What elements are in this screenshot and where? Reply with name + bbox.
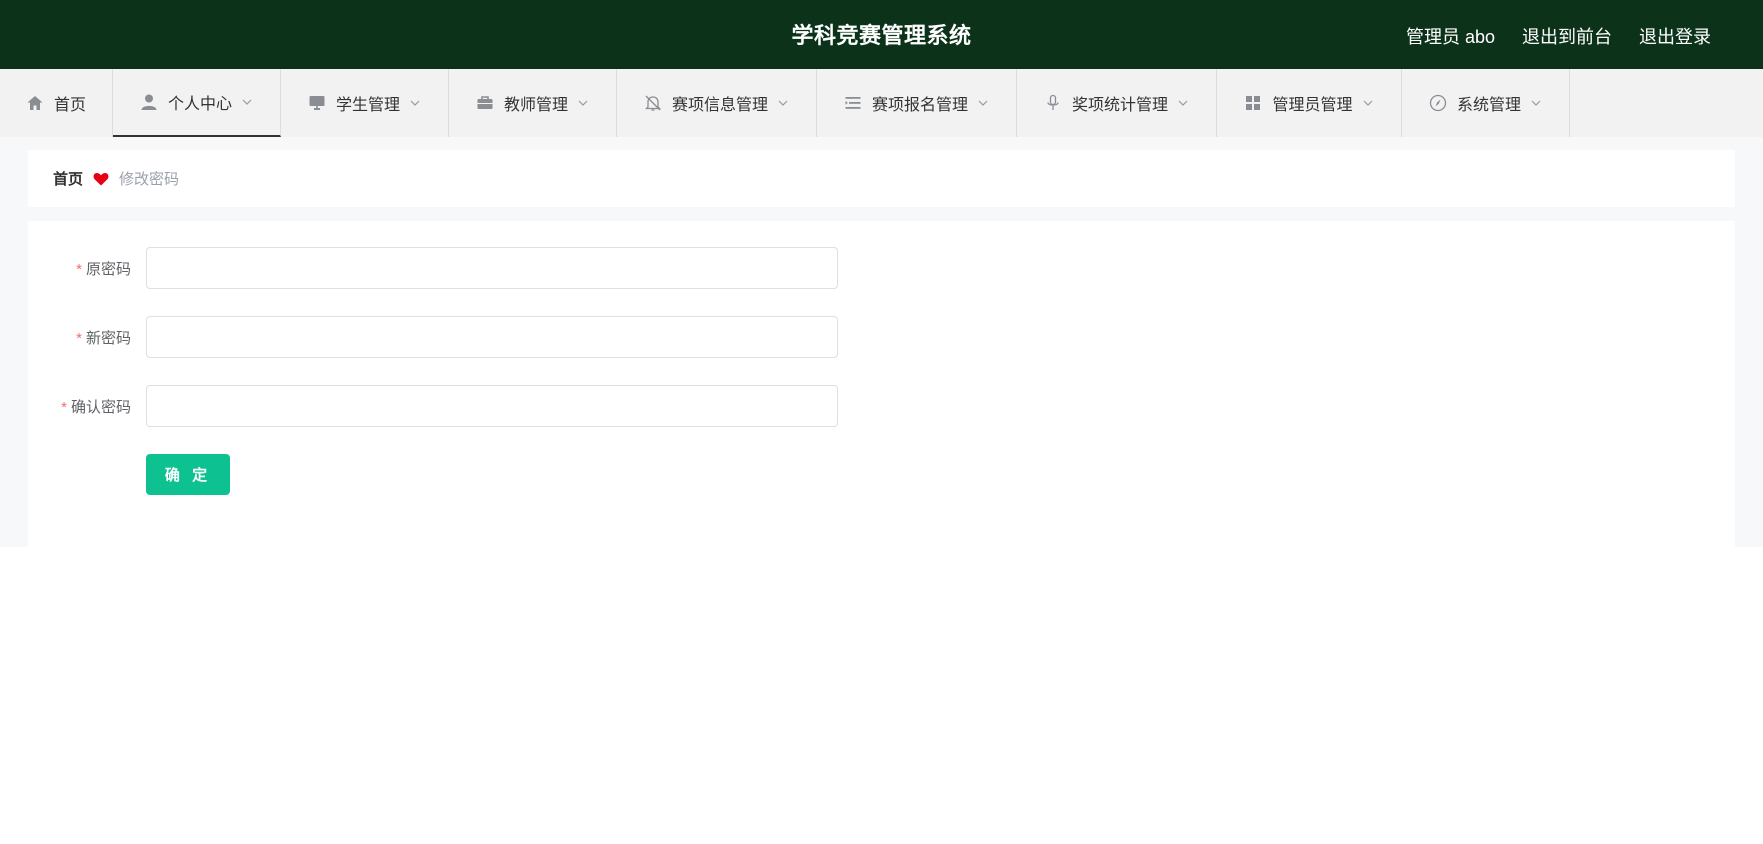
list-icon <box>844 94 862 112</box>
chevron-down-icon <box>1177 97 1189 109</box>
nav-item-event-info-management[interactable]: 赛项信息管理 <box>617 69 817 137</box>
form-row-new-password: * 新密码 <box>28 316 848 358</box>
change-password-form: * 原密码 * 新密码 * 确认密码 确 定 <box>28 221 1735 547</box>
old-password-label: * 原密码 <box>76 260 131 278</box>
nav-item-system-management[interactable]: 系统管理 <box>1402 69 1570 137</box>
nav-item-label: 个人中心 <box>167 96 232 113</box>
main-nav-bar: 首页 个人中心 学生管理 教师管理 赛项信息管理 赛项报名管理 奖项统计管理 管… <box>0 69 1763 137</box>
nav-item-teacher-management[interactable]: 教师管理 <box>449 69 617 137</box>
chevron-down-icon <box>241 96 253 108</box>
exit-to-front-link[interactable]: 退出到前台 <box>1522 23 1612 49</box>
breadcrumb-current: 修改密码 <box>119 171 180 188</box>
nav-item-admin-management[interactable]: 管理员管理 <box>1217 69 1402 137</box>
logout-link[interactable]: 退出登录 <box>1639 23 1711 49</box>
nav-item-label: 学生管理 <box>335 97 400 114</box>
chevron-down-icon <box>1530 97 1542 109</box>
nav-item-label: 赛项报名管理 <box>871 97 968 114</box>
compass-icon <box>1429 94 1447 112</box>
nav-item-label: 奖项统计管理 <box>1071 97 1168 114</box>
monitor-icon <box>308 94 326 112</box>
required-mark: * <box>76 329 82 347</box>
new-password-label: * 新密码 <box>76 329 131 347</box>
confirm-password-label: * 确认密码 <box>61 398 131 416</box>
current-user-label: 管理员 abo <box>1405 27 1495 47</box>
chevron-down-icon <box>577 97 589 109</box>
briefcase-icon <box>476 94 494 112</box>
chevron-down-icon <box>1362 97 1374 109</box>
nav-menu: 首页 个人中心 学生管理 教师管理 赛项信息管理 赛项报名管理 奖项统计管理 管… <box>0 69 1763 137</box>
header-actions: 管理员 abo 退出到前台 退出登录 <box>1406 0 1711 69</box>
user-icon <box>140 93 158 111</box>
new-password-input[interactable] <box>146 316 838 358</box>
nav-item-home[interactable]: 首页 <box>0 69 113 137</box>
home-icon <box>26 94 44 112</box>
confirm-password-input[interactable] <box>146 385 838 427</box>
confirm-button[interactable]: 确 定 <box>146 454 230 495</box>
nav-item-label: 教师管理 <box>503 97 568 114</box>
nav-item-label: 赛项信息管理 <box>671 97 768 114</box>
chevron-down-icon <box>409 97 421 109</box>
old-password-input[interactable] <box>146 247 838 289</box>
chevron-down-icon <box>777 97 789 109</box>
form-row-confirm-password: * 确认密码 <box>28 385 848 427</box>
required-mark: * <box>76 260 82 278</box>
bell-off-icon <box>644 94 662 112</box>
nav-item-award-statistics-management[interactable]: 奖项统计管理 <box>1017 69 1217 137</box>
top-header: 学科竞赛管理系统 管理员 abo 退出到前台 退出登录 <box>0 0 1763 69</box>
required-mark: * <box>61 398 67 416</box>
form-row-old-password: * 原密码 <box>28 247 848 289</box>
nav-item-personal-center[interactable]: 个人中心 <box>113 69 281 137</box>
nav-item-event-registration-management[interactable]: 赛项报名管理 <box>817 69 1017 137</box>
nav-item-label: 管理员管理 <box>1272 97 1353 114</box>
grid-icon <box>1244 94 1262 112</box>
heart-icon <box>93 172 109 186</box>
nav-item-label: 系统管理 <box>1456 97 1521 114</box>
nav-item-student-management[interactable]: 学生管理 <box>281 69 449 137</box>
breadcrumb: 首页 修改密码 <box>28 150 1735 207</box>
microphone-icon <box>1044 94 1062 112</box>
breadcrumb-home[interactable]: 首页 <box>53 168 83 189</box>
chevron-down-icon <box>977 97 989 109</box>
nav-item-label: 首页 <box>53 97 86 114</box>
